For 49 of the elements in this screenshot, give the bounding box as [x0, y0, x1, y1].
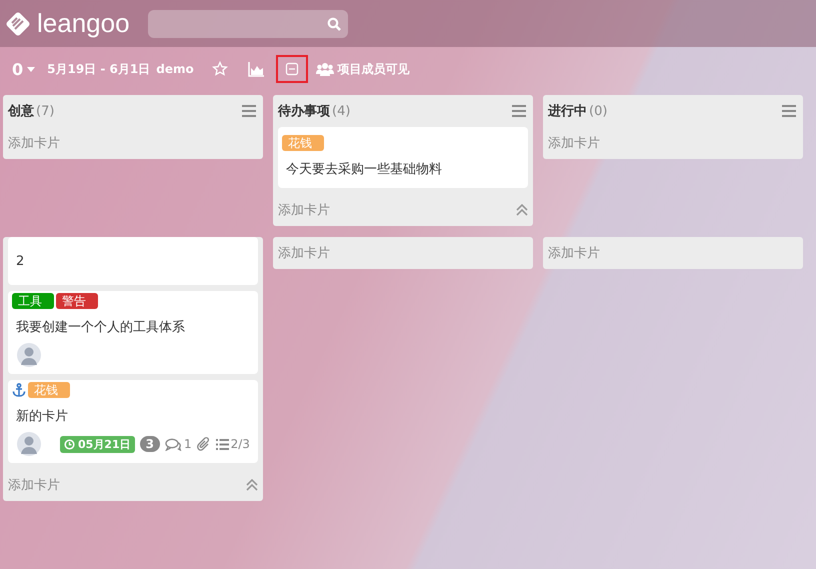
list-title: 创意 [8, 102, 34, 120]
card[interactable]: 工具 警告 我要创建一个个人的工具体系 [8, 291, 258, 374]
card[interactable]: 花钱 新的卡片 05月21日 3 1 2/3 [8, 380, 258, 463]
add-card-link[interactable]: 添加卡片 [548, 244, 600, 262]
double-chevron-up-icon[interactable] [246, 479, 258, 491]
clock-icon [64, 438, 75, 450]
card-title: 2 [15, 253, 26, 271]
count-dropdown[interactable]: 0 [8, 58, 40, 80]
toolbar-button[interactable] [276, 55, 308, 83]
card-count: (4) [332, 104, 350, 118]
comment-count: 1 [164, 437, 192, 451]
card-title: 今天要去采购一些基础物料 [285, 161, 443, 179]
card-title: 新的卡片 [15, 408, 69, 426]
board-name[interactable]: demo [156, 62, 194, 76]
list-title: 进行中 [548, 103, 587, 120]
checklist-count: 2/3 [216, 437, 250, 451]
star-icon [212, 61, 228, 77]
menu-icon[interactable] [512, 105, 526, 117]
double-chevron-up-icon[interactable] [516, 204, 528, 216]
date-range: 5月19日 - 6月1日 [47, 60, 150, 78]
card-label: 花钱 [28, 382, 70, 398]
add-card-link[interactable]: 添加卡片 [278, 244, 330, 262]
search-field[interactable] [148, 10, 348, 38]
card[interactable]: 花钱 今天要去采购一些基础物料 [278, 127, 528, 188]
list-title: 待办事项 [278, 103, 330, 120]
collapse-icon [284, 61, 300, 77]
card[interactable]: 2 [8, 237, 258, 285]
add-card-link[interactable]: 添加卡片 [8, 134, 60, 152]
card-label: 警告 [56, 293, 98, 309]
add-card-link[interactable]: 添加卡片 [278, 201, 330, 219]
card-label: 花钱 [282, 135, 324, 151]
comment-icon [164, 438, 182, 450]
card-label: 工具 [12, 293, 54, 309]
logo-text: leangoo [37, 8, 130, 39]
caret-icon [27, 66, 36, 72]
add-card-link[interactable]: 添加卡片 [548, 134, 600, 152]
visibility-button[interactable]: 项目成员可见 [312, 58, 414, 80]
count-badge: 3 [140, 436, 160, 452]
card-count: (0) [589, 104, 608, 118]
menu-icon[interactable] [242, 105, 256, 117]
group-icon [316, 62, 334, 76]
due-date-badge: 05月21日 [60, 436, 135, 452]
card-title: 我要创建一个个人的工具体系 [15, 319, 186, 337]
area-chart-icon [248, 61, 264, 77]
card-count: (7) [36, 104, 54, 118]
list-icon [216, 438, 229, 450]
menu-icon[interactable] [782, 105, 796, 117]
search-icon [326, 16, 341, 30]
add-card-link[interactable]: 添加卡片 [8, 476, 60, 494]
